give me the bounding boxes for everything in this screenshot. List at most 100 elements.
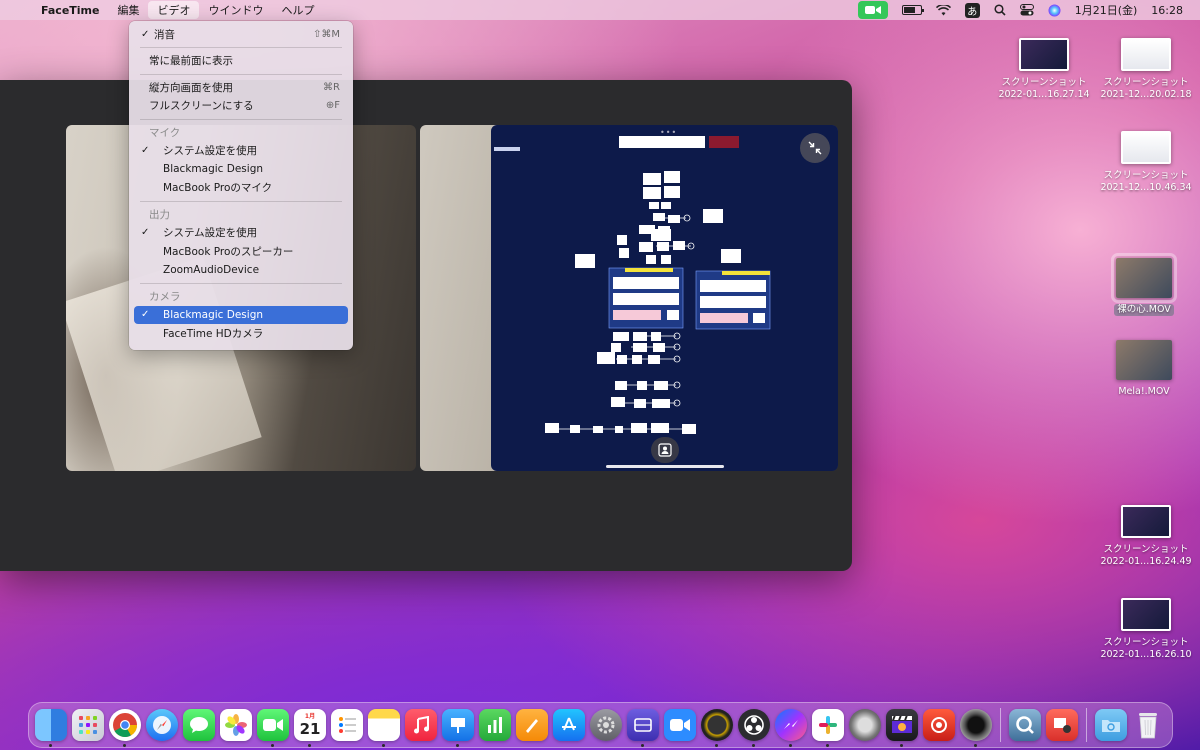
dock-capture-app-icon[interactable] — [701, 709, 733, 747]
battery-status[interactable] — [895, 0, 929, 20]
dock-obs-icon[interactable] — [738, 709, 770, 747]
clock-date[interactable]: 1月21日(金) — [1068, 0, 1145, 20]
dock-messages-icon[interactable] — [183, 709, 215, 741]
desktop-file-screenshot-1[interactable]: スクリーンショット 2022-01...16.27.14 — [994, 38, 1094, 101]
desktop-file-video-2[interactable]: Mela!.MOV — [1094, 340, 1194, 398]
menu-item-fullscreen-label: フルスクリーンにする — [149, 100, 254, 113]
file-thumbnail — [1121, 38, 1171, 71]
siri-icon[interactable] — [1041, 0, 1068, 20]
menu-window[interactable]: ウインドウ — [199, 1, 272, 19]
menu-separator — [140, 118, 342, 120]
dock-downloads-folder-icon[interactable] — [1095, 709, 1127, 741]
dock-chrome-icon[interactable] — [109, 709, 141, 747]
control-center-icon[interactable] — [1013, 0, 1041, 20]
dock-calendar-icon[interactable]: 1月 21 — [294, 709, 326, 747]
menu-item-mute-shortcut: ⇧⌘M — [312, 28, 340, 40]
dock-reminders-icon[interactable] — [331, 709, 363, 741]
file-thumbnail — [1121, 131, 1171, 164]
collapse-arrows-icon — [808, 141, 822, 155]
menu-item-mic-system[interactable]: ✓ システム設定を使用 — [134, 142, 348, 161]
dock-final-cut-icon[interactable] — [886, 709, 918, 747]
spotlight-search-icon[interactable] — [987, 0, 1013, 20]
dock-notes-icon[interactable] — [368, 709, 400, 747]
menu-item-mute-label: 消音 — [154, 28, 175, 41]
file-name-detail: 2022-01...16.27.14 — [998, 89, 1090, 100]
dock-app-store-icon[interactable] — [553, 709, 585, 741]
menu-item-portrait-shortcut: ⌘R — [323, 81, 340, 93]
menu-item-label: Blackmagic Design — [163, 163, 264, 176]
file-thumbnail — [1019, 38, 1069, 71]
dock-keynote-icon[interactable] — [442, 709, 474, 747]
menu-item-always-on-top[interactable]: 常に最前面に表示 — [134, 52, 348, 71]
status-area: あ 1月21日(金) 16:28 — [851, 0, 1190, 20]
participant-button[interactable] — [651, 437, 679, 463]
shared-content-diagram — [494, 136, 771, 434]
dock-quicktime-icon[interactable] — [1009, 709, 1041, 741]
dock-zoom-icon[interactable] — [664, 709, 696, 741]
calendar-day: 21 — [299, 720, 321, 738]
menu-item-label: システム設定を使用 — [163, 145, 258, 158]
menu-item-camera-facetime-hd[interactable]: FaceTime HDカメラ — [134, 324, 348, 343]
menu-item-label: MacBook Proのマイク — [163, 182, 273, 195]
camera-in-use-indicator[interactable] — [851, 0, 895, 20]
menu-separator — [140, 73, 342, 75]
menu-item-camera-blackmagic[interactable]: ✓ Blackmagic Design — [134, 305, 348, 324]
dock-photos-icon[interactable] — [220, 709, 252, 741]
file-name: 裸の心.MOV — [1114, 304, 1174, 316]
shared-screen[interactable]: ••• — [491, 125, 838, 471]
menu-item-mic-macbook[interactable]: MacBook Proのマイク — [134, 179, 348, 198]
dock-system-preferences-icon[interactable] — [590, 709, 622, 741]
dock-numbers-icon[interactable] — [479, 709, 511, 741]
dock-facetime-icon[interactable] — [257, 709, 289, 747]
wifi-icon[interactable] — [929, 0, 958, 20]
desktop-file-screenshot-3[interactable]: スクリーンショット 2021-12...10.46.34 — [1096, 131, 1196, 194]
menu-help[interactable]: ヘルプ — [272, 1, 323, 19]
menu-item-label: ZoomAudioDevice — [163, 263, 260, 276]
menu-header-mic: マイク — [149, 126, 181, 139]
menu-item-label: MacBook Proのスピーカー — [163, 245, 294, 258]
checkmark-icon: ✓ — [141, 227, 150, 239]
dock-preview-icon[interactable] — [1046, 709, 1078, 741]
menu-item-fullscreen[interactable]: フルスクリーンにする ⊕F — [134, 97, 348, 116]
desktop-file-screenshot-5[interactable]: スクリーンショット 2022-01...16.26.10 — [1096, 598, 1196, 661]
menu-item-output-macbook[interactable]: MacBook Proのスピーカー — [134, 242, 348, 261]
dock-slack-icon[interactable] — [812, 709, 844, 747]
video-menu-dropdown: ✓ 消音 ⇧⌘M 常に最前面に表示 縦方向画面を使用 ⌘R フルスクリーンにする… — [129, 21, 353, 350]
menu-item-label: FaceTime HDカメラ — [163, 327, 264, 340]
dock-finder-icon[interactable] — [35, 709, 67, 747]
dock-pages-icon[interactable] — [516, 709, 548, 741]
menu-bar: FaceTime 編集 ビデオ ウインドウ ヘルプ あ 1月21日(金) 16:… — [0, 0, 1200, 20]
battery-icon — [901, 5, 924, 15]
dock-separator — [1086, 708, 1087, 742]
dock-messenger-icon[interactable] — [775, 709, 807, 747]
input-method-menu[interactable]: あ — [958, 0, 987, 20]
menu-item-output-zoom[interactable]: ZoomAudioDevice — [134, 261, 348, 280]
menu-item-portrait[interactable]: 縦方向画面を使用 ⌘R — [134, 78, 348, 97]
dock-launchpad-icon[interactable] — [72, 709, 104, 741]
menu-item-output-system[interactable]: ✓ システム設定を使用 — [134, 224, 348, 243]
menu-video[interactable]: ビデオ — [148, 1, 200, 19]
dock-recorder-icon[interactable] — [923, 709, 955, 741]
dock-trash-icon[interactable] — [1132, 709, 1164, 741]
desktop-file-screenshot-4[interactable]: スクリーンショット 2022-01...16.24.49 — [1096, 505, 1196, 568]
file-name-detail: 2022-01...16.26.10 — [1100, 649, 1192, 660]
video-camera-icon — [857, 1, 888, 19]
menu-app-facetime[interactable]: FaceTime — [32, 3, 108, 18]
menu-item-mute[interactable]: ✓ 消音 ⇧⌘M — [134, 25, 348, 44]
clock-time[interactable]: 16:28 — [1144, 0, 1190, 20]
menu-edit[interactable]: 編集 — [108, 1, 148, 19]
dock-music-icon[interactable] — [405, 709, 437, 741]
menu-header-output: 出力 — [149, 208, 170, 221]
menu-item-label: システム設定を使用 — [163, 227, 258, 240]
dock-disk-utility-icon[interactable] — [849, 709, 881, 741]
menu-item-mic-blackmagic[interactable]: Blackmagic Design — [134, 160, 348, 179]
dock-storage-app-icon[interactable] — [627, 709, 659, 747]
checkmark-icon: ✓ — [141, 28, 150, 40]
file-name-detail: 2022-01...16.24.49 — [1100, 556, 1192, 567]
exit-fullscreen-button[interactable] — [800, 133, 830, 163]
desktop-file-screenshot-2[interactable]: スクリーンショット 2021-12...20.02.18 — [1096, 38, 1196, 101]
file-thumbnail — [1121, 505, 1171, 538]
dock-webcam-app-icon[interactable] — [960, 709, 992, 747]
desktop-file-video-1[interactable]: 裸の心.MOV — [1094, 253, 1194, 316]
dock-safari-icon[interactable] — [146, 709, 178, 741]
